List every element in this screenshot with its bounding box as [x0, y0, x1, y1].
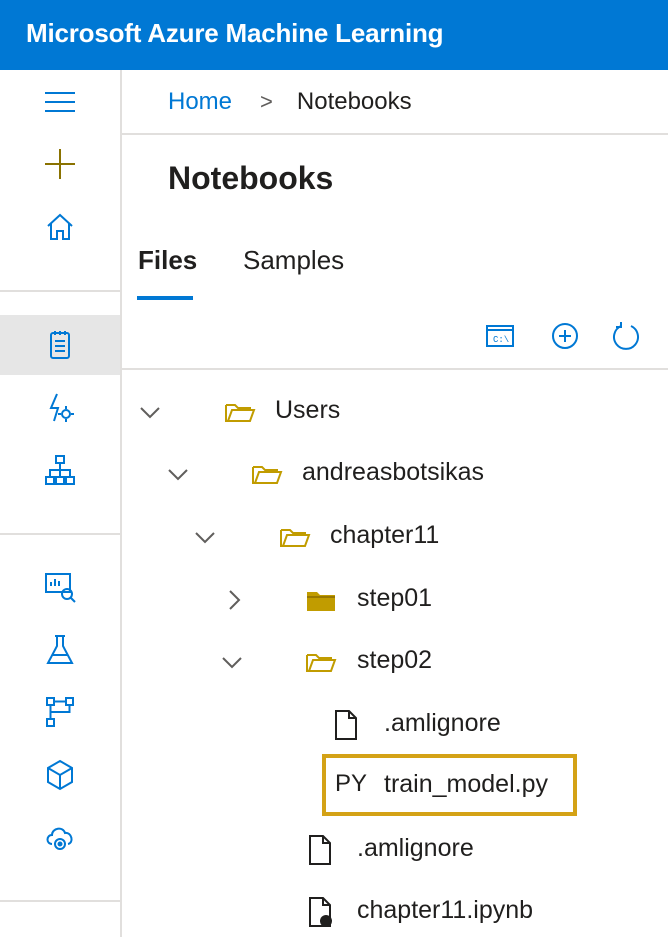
models-icon	[47, 759, 73, 791]
refresh-button[interactable]	[608, 318, 644, 354]
tree-item-users[interactable]: Users	[122, 382, 668, 442]
notebook-icon	[50, 331, 70, 359]
designer-icon	[45, 455, 75, 485]
create-new-button[interactable]	[0, 134, 120, 194]
tab-files[interactable]: Files	[138, 245, 197, 276]
app-title: Microsoft Azure Machine Learning	[26, 18, 444, 48]
folder-open-icon	[225, 404, 256, 422]
left-nav	[0, 70, 122, 937]
folder-open-icon	[306, 654, 337, 672]
nav-models-button[interactable]	[0, 745, 120, 805]
nav-separator	[0, 900, 120, 902]
tree-item-label: .amlignore	[384, 709, 501, 737]
breadcrumb-separator: >	[260, 89, 273, 114]
nav-pipelines-button[interactable]	[0, 682, 120, 742]
tree-item-chapter11-ipynb[interactable]: chapter11.ipynb	[122, 882, 668, 942]
tree-item-label: chapter11.ipynb	[357, 896, 534, 924]
tab-samples[interactable]: Samples	[243, 245, 344, 276]
page-title: Notebooks	[168, 160, 334, 196]
endpoints-icon	[46, 827, 73, 850]
notebook-file-icon	[309, 897, 332, 927]
folder-open-icon	[280, 529, 311, 547]
nav-notebooks-button[interactable]	[0, 315, 120, 375]
plus-icon	[45, 149, 75, 179]
tree-item-label: step02	[357, 646, 433, 674]
nav-automl-button[interactable]	[0, 378, 120, 438]
tree-item-label: step01	[357, 584, 433, 612]
file-icon	[309, 835, 331, 865]
tree-item-step01[interactable]: step01	[122, 570, 668, 630]
add-circle-icon	[552, 323, 578, 349]
toolbar-divider	[122, 368, 668, 370]
experiments-icon	[46, 635, 74, 664]
nav-endpoints-button[interactable]	[0, 807, 120, 867]
tree-item-label: chapter11	[330, 521, 440, 549]
nav-separator	[0, 533, 120, 535]
tree-item-label: andreasbotsikas	[302, 458, 485, 486]
terminal-icon: C:\	[486, 325, 514, 347]
highlight-box	[322, 754, 577, 816]
hamburger-menu-button[interactable]	[0, 72, 120, 132]
open-terminal-button[interactable]: C:\	[482, 318, 518, 354]
tree-item-amlignore[interactable]: .amlignore	[122, 820, 668, 880]
active-tab-indicator	[137, 296, 193, 300]
tree-item-step02[interactable]: step02	[122, 632, 668, 692]
chevron-down-icon[interactable]	[220, 650, 244, 674]
refresh-icon	[613, 322, 639, 350]
breadcrumb-current: Notebooks	[296, 88, 412, 115]
nav-separator	[0, 290, 120, 292]
breadcrumb: Home > Notebooks	[168, 88, 412, 116]
breadcrumb-home-link[interactable]: Home	[168, 88, 232, 116]
pipelines-icon	[46, 697, 74, 727]
tree-item-label: Users	[275, 396, 341, 424]
nav-datasets-button[interactable]	[0, 557, 120, 617]
tree-item-andreasbotsikas[interactable]: andreasbotsikas	[122, 444, 668, 504]
folder-open-icon	[252, 466, 283, 484]
header-divider	[122, 133, 668, 135]
nav-home-button[interactable]	[0, 197, 120, 257]
hamburger-icon	[45, 92, 75, 112]
tree-item-amlignore[interactable]: .amlignore	[122, 695, 668, 755]
tree-item-chapter11[interactable]: chapter11	[122, 507, 668, 567]
top-bar: Microsoft Azure Machine Learning	[0, 0, 668, 70]
nav-designer-button[interactable]	[0, 440, 120, 500]
chevron-down-icon[interactable]	[138, 400, 162, 424]
automl-icon	[49, 393, 74, 422]
file-icon	[335, 710, 357, 740]
svg-text:C:\: C:\	[493, 335, 509, 345]
chevron-right-icon[interactable]	[222, 588, 246, 612]
home-icon	[47, 213, 73, 240]
tree-item-label: .amlignore	[357, 834, 474, 862]
chevron-down-icon[interactable]	[166, 462, 190, 486]
add-file-button[interactable]	[547, 318, 583, 354]
nav-experiments-button[interactable]	[0, 620, 120, 680]
datasets-icon	[45, 573, 76, 603]
folder-closed-icon	[307, 592, 335, 611]
chevron-down-icon[interactable]	[193, 525, 217, 549]
